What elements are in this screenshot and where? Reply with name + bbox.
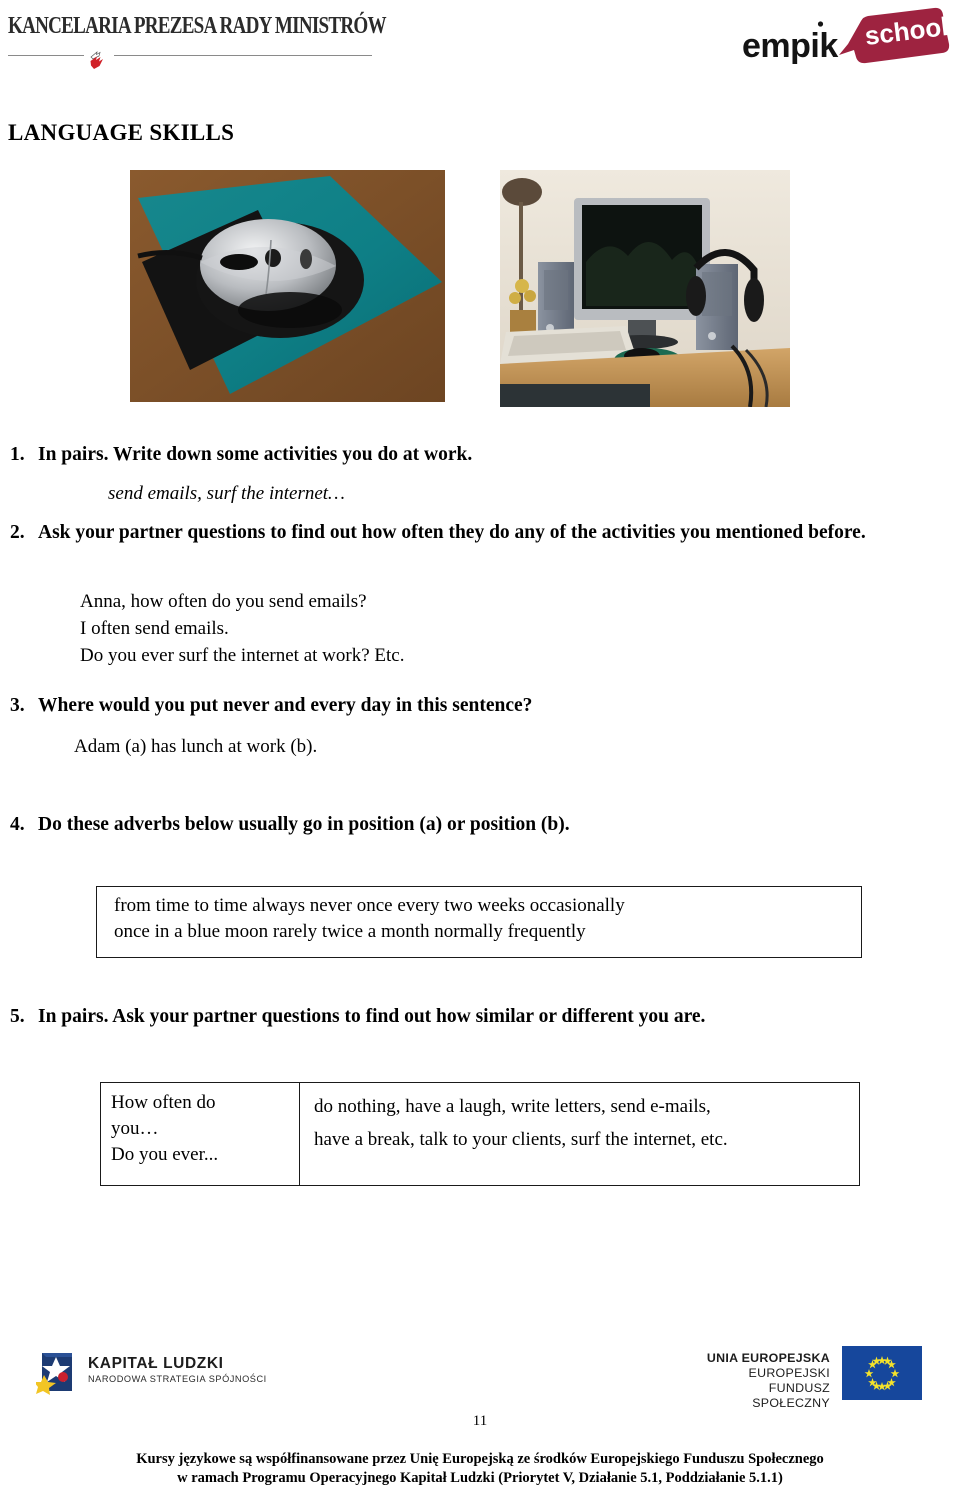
svg-text:empik: empik [742, 27, 838, 65]
unia-europejska-logo: UNIA EUROPEJSKA EUROPEJSKI FUNDUSZ SPOŁE… [690, 1343, 925, 1410]
table-cell-activity-list: do nothing, have a laugh, write letters,… [300, 1083, 860, 1186]
desktop-computer-photo [500, 170, 790, 407]
kapital-ludzki-text: KAPITAŁ LUDZKI NARODOWA STRATEGIA SPÓJNO… [88, 1355, 267, 1386]
dialogue-line: I often send emails. [80, 618, 229, 639]
kapital-ludzki-title: KAPITAŁ LUDZKI [88, 1355, 224, 1372]
kancelaria-divider [4, 47, 374, 69]
divider-left-segment [8, 55, 84, 56]
kapital-ludzki-subtitle: NARODOWA STRATEGIA SPÓJNOŚCI [88, 1374, 267, 1384]
dialogue-line: Do you ever surf the internet at work? E… [80, 645, 405, 666]
divider-right-segment [114, 55, 372, 56]
exercise-1-number: 1. [10, 444, 25, 465]
question-stem-line: you… [111, 1118, 159, 1139]
activity-line: do nothing, have a laugh, write letters,… [314, 1096, 711, 1117]
exercise-5-prompt: In pairs. Ask your partner questions to … [38, 1006, 706, 1027]
exercise-5-number: 5. [10, 1006, 25, 1027]
question-prompt-table: How often do you… Do you ever... do noth… [100, 1082, 860, 1186]
adverb-word-bank: from time to time always never once ever… [96, 886, 862, 958]
kancelaria-title: KANCELARIA PREZESA RADY MINISTRÓW [8, 12, 387, 39]
footer-note-line-2: w ramach Programu Operacyjnego Kapitał L… [177, 1470, 783, 1486]
kapital-ludzki-mark-icon [36, 1353, 72, 1395]
desktop-computer-image [500, 170, 790, 407]
empik-wordmark: empik [742, 21, 839, 65]
exercise-3-prompt: Where would you put never and every day … [38, 695, 533, 716]
eu-line-3: FUNDUSZ SPOŁECZNY [752, 1381, 830, 1410]
computer-mouse-photo [130, 170, 445, 402]
eu-line-1: UNIA EUROPEJSKA [706, 1351, 830, 1365]
european-union-flag-icon [842, 1346, 922, 1400]
exercise-3-number: 3. [10, 695, 25, 716]
question-stem-line: Do you ever... [111, 1144, 219, 1165]
footer-note-line-1: Kursy językowe są współfinansowane przez… [136, 1451, 824, 1467]
empik-school-logo: empik school [742, 7, 950, 65]
exercise-4-prompt: Do these adverbs below usually go in pos… [38, 814, 570, 835]
table-cell-question-stems: How often do you… Do you ever... [100, 1082, 300, 1186]
activity-line: have a break, talk to your clients, surf… [314, 1129, 728, 1150]
computer-mouse-image [130, 170, 445, 402]
page-header: KANCELARIA PREZESA RADY MINISTRÓW empik … [0, 0, 960, 95]
footer-logo-bar: KAPITAŁ LUDZKI NARODOWA STRATEGIA SPÓJNO… [0, 1335, 960, 1425]
unia-europejska-text: UNIA EUROPEJSKA EUROPEJSKI FUNDUSZ SPOŁE… [690, 1351, 830, 1411]
kancelaria-logo: KANCELARIA PREZESA RADY MINISTRÓW [8, 12, 388, 39]
table-row: How often do you… Do you ever... do noth… [100, 1082, 860, 1186]
eu-line-2: EUROPEJSKI [748, 1366, 830, 1380]
exercise-2-prompt: Ask your partner questions to find out h… [38, 522, 866, 543]
exercise-3-example: Adam (a) has lunch at work (b). [74, 736, 318, 757]
polish-eagle-emblem [90, 51, 103, 69]
school-speech-bubble: school [839, 7, 950, 64]
page-number: 11 [472, 1413, 488, 1429]
exercise-2-number: 2. [10, 522, 25, 543]
kapital-ludzki-logo: KAPITAŁ LUDZKI NARODOWA STRATEGIA SPÓJNO… [36, 1343, 286, 1405]
page-title: LANGUAGE SKILLS [8, 120, 235, 145]
exercise-1-example: send emails, surf the internet… [108, 483, 345, 504]
dialogue-line: Anna, how often do you send emails? [80, 591, 367, 612]
footer-funding-note: Kursy językowe są współfinansowane przez… [0, 1450, 960, 1488]
adverb-line-2: once in a blue moon rarely twice a month… [114, 921, 586, 942]
exercise-1-prompt: In pairs. Write down some activities you… [38, 444, 473, 465]
exercise-4-number: 4. [10, 814, 25, 835]
adverb-line-1: from time to time always never once ever… [114, 895, 625, 916]
question-stem-line: How often do [111, 1092, 216, 1113]
exercise-2-dialogue: Anna, how often do you send emails? I of… [80, 588, 404, 669]
